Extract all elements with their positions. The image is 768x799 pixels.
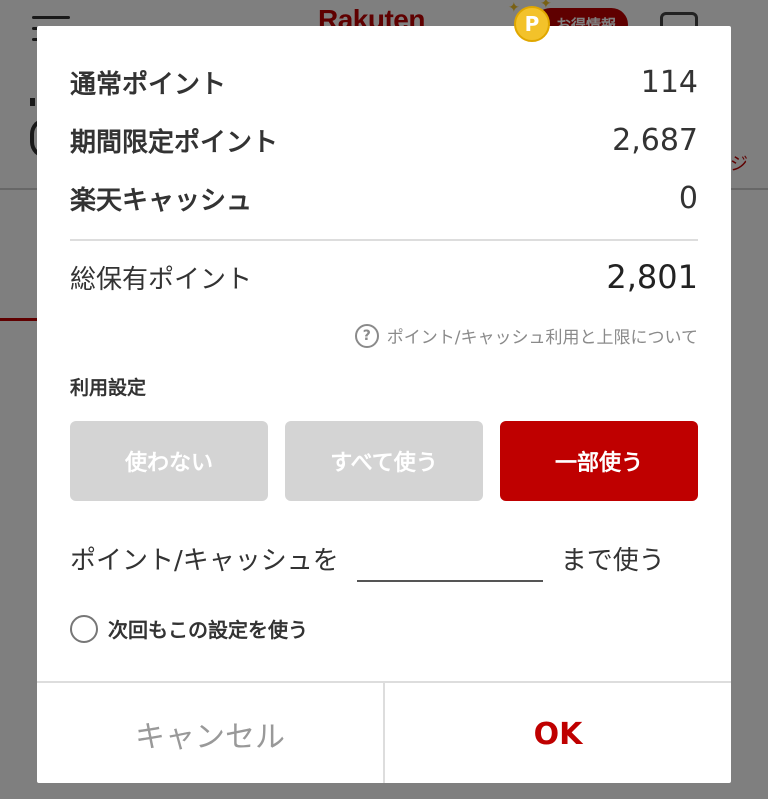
divider [70,239,698,241]
limited-points-value: 2,687 [612,123,698,158]
total-points-value: 2,801 [606,258,698,296]
regular-points-value: 114 [640,65,698,100]
amount-row: ポイント/キャッシュを まで使う [70,534,698,582]
remember-setting-checkbox[interactable]: 次回もこの設定を使う [70,614,308,643]
amount-suffix: まで使う [560,545,665,576]
cash-value: 0 [678,181,698,216]
dialog-footer: キャンセル OK [37,681,731,783]
help-link-label: ポイント/キャッシュ利用と上限について [386,328,698,348]
total-points-label: 総保有ポイント [70,264,253,295]
cash-label: 楽天キャッシュ [70,186,253,216]
point-coin-icon: P [514,6,550,42]
limited-points-label: 期間限定ポイント [70,128,279,158]
total-points-row: 総保有ポイント 2,801 [70,258,698,296]
ok-button[interactable]: OK [385,683,731,783]
remember-setting-label: 次回もこの設定を使う [108,618,308,642]
radio-circle-icon [70,614,98,643]
cancel-button[interactable]: キャンセル [37,683,385,783]
use-partial-button[interactable]: 一部使う [500,421,698,501]
points-usage-dialog: 通常ポイント 114 期間限定ポイント 2,687 楽天キャッシュ 0 総保有ポ… [37,26,731,783]
limited-points-row: 期間限定ポイント 2,687 [70,122,698,159]
help-link[interactable]: ? ポイント/キャッシュ利用と上限について [354,323,698,348]
question-icon: ? [354,323,379,348]
usage-section-title: 利用設定 [70,377,147,399]
regular-points-row: 通常ポイント 114 [70,64,698,101]
use-none-button[interactable]: 使わない [70,421,268,501]
use-all-button[interactable]: すべて使う [285,421,483,501]
amount-prefix: ポイント/キャッシュを [70,545,339,576]
usage-options: 使わない すべて使う 一部使う [70,421,698,501]
amount-input[interactable] [356,534,543,582]
regular-points-label: 通常ポイント [70,70,227,100]
cash-row: 楽天キャッシュ 0 [70,180,698,217]
